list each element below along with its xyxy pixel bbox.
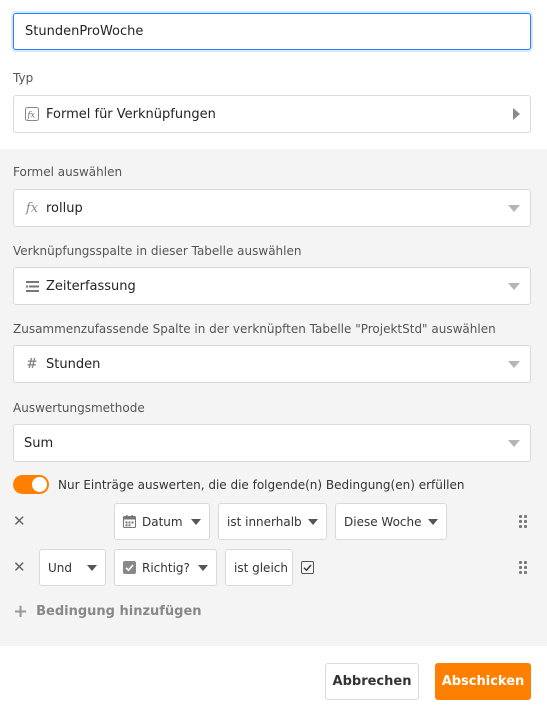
condition-operator-value: ist gleich [234,560,288,575]
chevron-down-icon [508,360,520,368]
drag-handle-icon[interactable] [519,515,527,528]
plus-icon: + [13,601,29,622]
link-list-icon [24,280,40,292]
calendar-icon [123,515,136,528]
condition-value-checkbox[interactable] [301,561,314,574]
condition-operator-select[interactable]: ist gleich [225,549,293,586]
add-condition-label: Bedingung hinzufügen [36,604,202,619]
condition-column-select[interactable]: Datum [114,503,210,540]
hash-icon: # [26,356,38,372]
type-label: Typ [13,71,34,85]
drag-handle-icon[interactable] [519,561,527,574]
condition-column-value: Datum [142,514,183,529]
chevron-down-icon [428,518,438,525]
link-column-label: Verknüpfungsspalte in dieser Tabelle aus… [13,244,302,258]
formula-select[interactable]: 𝑓x rollup [13,189,531,227]
formula-value: rollup [46,200,83,216]
chevron-down-icon [191,518,201,525]
conjunction-select[interactable]: Und [39,549,106,586]
link-column-value: Zeiterfassung [46,278,136,294]
condition-value-select[interactable]: Diese Woche [335,503,447,540]
submit-button[interactable]: Abschicken [435,663,531,700]
method-select[interactable]: Sum [13,424,531,462]
conjunction-value: Und [48,560,73,575]
chevron-down-icon [198,564,208,571]
method-label: Auswertungsmethode [13,401,145,415]
remove-condition-icon[interactable]: ✕ [13,560,26,575]
method-value: Sum [24,435,54,451]
chevron-right-icon [513,108,520,120]
fx-icon: 𝑓x [25,200,39,216]
chevron-down-icon [508,282,520,290]
filter-toggle[interactable] [13,475,49,494]
type-value: Formel für Verknüpfungen [46,106,216,122]
link-column-select[interactable]: Zeiterfassung [13,267,531,305]
column-name-input[interactable] [13,13,531,50]
svg-text:fx: fx [27,111,36,120]
add-condition-button[interactable]: + Bedingung hinzufügen [13,601,202,622]
summary-column-select[interactable]: # Stunden [13,345,531,383]
fx-icon: fx [24,107,40,121]
formula-label: Formel auswählen [13,165,123,179]
chevron-down-icon [87,564,97,571]
summary-column-value: Stunden [46,356,101,372]
toggle-knob [32,477,47,492]
condition-value: Diese Woche [344,514,422,529]
condition-column-value: Richtig? [142,560,190,575]
summary-column-label: Zusammenzufassende Spalte in der verknüp… [13,322,496,336]
type-select[interactable]: fx Formel für Verknüpfungen [13,95,531,133]
condition-column-select[interactable]: Richtig? [114,549,217,586]
chevron-down-icon [508,204,520,212]
condition-operator-select[interactable]: ist innerhalb [218,503,327,540]
checkbox-icon [123,561,136,574]
chevron-down-icon [308,518,318,525]
condition-operator-value: ist innerhalb [227,514,302,529]
chevron-down-icon [508,439,520,447]
filter-toggle-label: Nur Einträge auswerten, die die folgende… [58,478,465,492]
cancel-button[interactable]: Abbrechen [325,663,419,700]
remove-condition-icon[interactable]: ✕ [13,514,26,529]
